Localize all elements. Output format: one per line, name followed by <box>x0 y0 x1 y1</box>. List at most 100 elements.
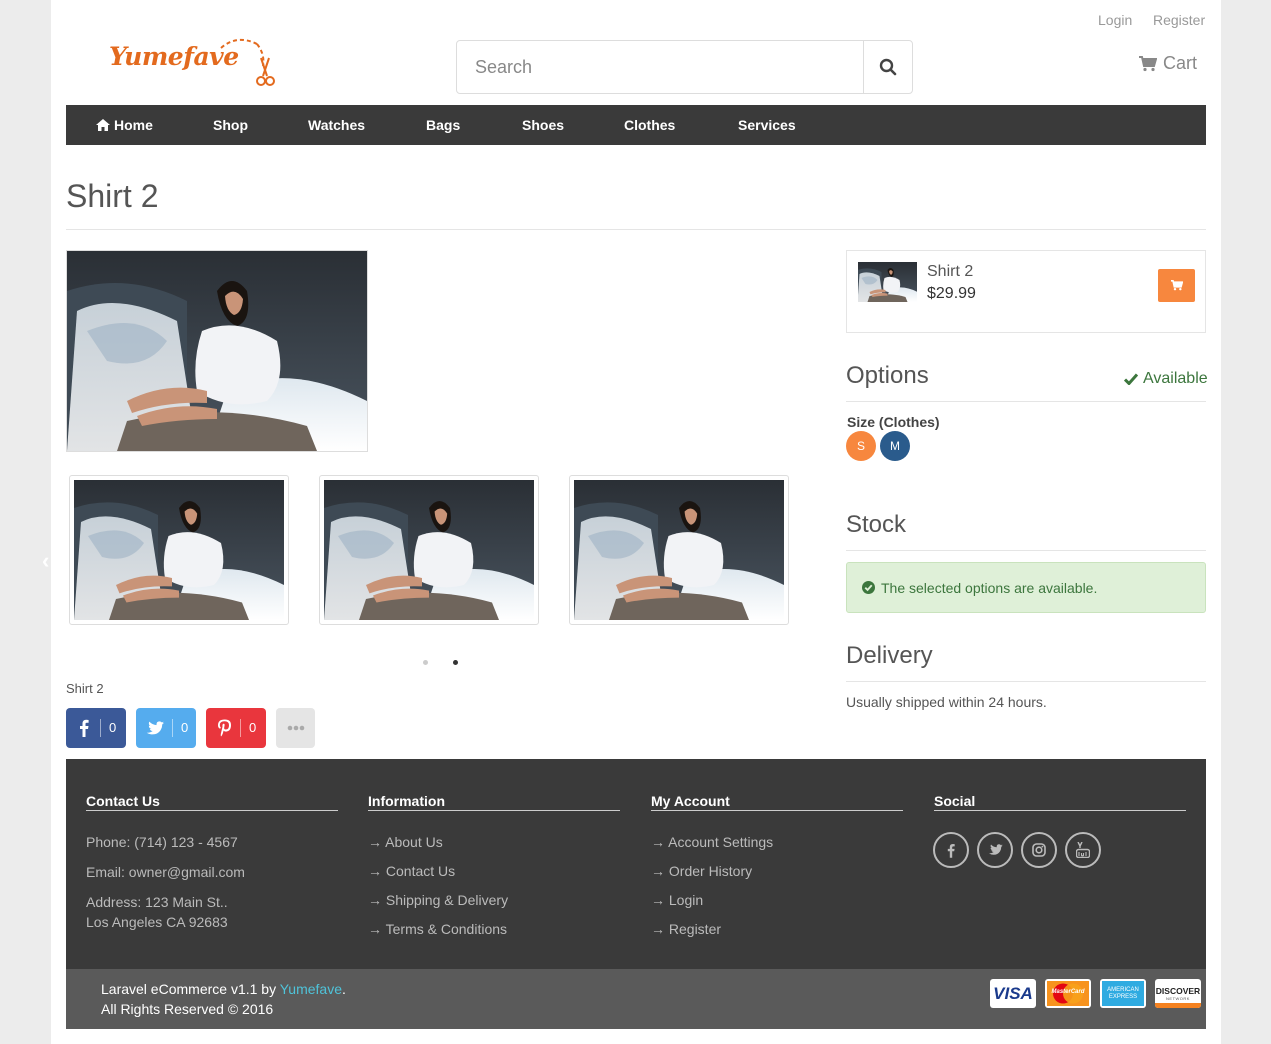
instagram-icon <box>1032 843 1046 857</box>
copyright-suffix: . <box>341 981 346 997</box>
discover-card-stripe <box>1155 1003 1201 1008</box>
carousel-dot[interactable] <box>423 660 428 665</box>
main-nav: Home Shop Watches Bags Shoes Clothes Ser… <box>66 105 1206 145</box>
nav-home-label: Home <box>114 117 153 133</box>
nav-bags[interactable]: Bags <box>426 105 460 145</box>
product-caption: Shirt 2 <box>66 681 104 696</box>
page-title: Shirt 2 <box>66 178 159 214</box>
main-product-image[interactable] <box>66 250 368 452</box>
twitter-share-button[interactable]: 0 <box>136 708 196 748</box>
footer-link-shipping[interactable]: → Shipping & Delivery <box>368 892 508 908</box>
mastercard-card-label: MasterCard <box>1051 989 1085 995</box>
check-icon <box>1124 373 1138 385</box>
mastercard-card-icon: MasterCard <box>1045 979 1091 1008</box>
rights-reserved: All Rights Reserved © 2016 <box>101 1001 274 1017</box>
thumb-image <box>574 480 784 620</box>
footer-social-heading: Social <box>934 793 976 809</box>
size-option-s[interactable]: S <box>846 431 876 461</box>
footer: Contact Us Phone: (714) 123 - 4567 Email… <box>66 759 1206 969</box>
delivery-heading: Delivery <box>846 642 933 669</box>
footer-address-line1: Address: 123 Main St.. <box>86 894 228 910</box>
footer-link-label: Shipping & Delivery <box>385 892 509 908</box>
arrow-right-icon: → <box>368 921 386 937</box>
pinterest-share-count: 0 <box>240 719 256 737</box>
nav-clothes[interactable]: Clothes <box>624 105 675 145</box>
availability-status: Available <box>1124 370 1208 388</box>
cart-icon <box>1170 280 1183 291</box>
nav-shoes[interactable]: Shoes <box>522 105 564 145</box>
cart-box-price: $29.99 <box>927 285 976 302</box>
copyright-brand-link[interactable]: Yumefave <box>280 981 342 997</box>
search-input[interactable] <box>457 41 863 93</box>
cart-box-product-name: Shirt 2 <box>927 263 974 280</box>
footer-link-label: Account Settings <box>668 834 774 850</box>
register-link[interactable]: Register <box>1153 12 1205 28</box>
social-twitter-button[interactable] <box>977 832 1013 868</box>
stock-alert: The selected options are available. <box>846 562 1206 613</box>
footer-link-contact[interactable]: → Contact Us <box>368 863 455 879</box>
twitter-share-count: 0 <box>172 719 188 737</box>
footer-link-register[interactable]: → Register <box>651 921 721 937</box>
availability-label: Available <box>1143 370 1208 387</box>
options-heading: Options <box>846 362 929 389</box>
size-label: Size (Clothes) <box>847 414 940 430</box>
discover-card-icon: DISCOVER NETWORK <box>1155 979 1201 1008</box>
social-youtube-button[interactable] <box>1065 832 1101 868</box>
social-facebook-button[interactable] <box>933 832 969 868</box>
pinterest-share-button[interactable]: 0 <box>206 708 266 748</box>
nav-shop[interactable]: Shop <box>213 105 248 145</box>
footer-address-line2: Los Angeles CA 92683 <box>86 914 228 930</box>
footer-link-label: Contact Us <box>385 863 456 879</box>
search-button[interactable] <box>863 41 912 93</box>
cart-box-thumbnail <box>858 262 917 302</box>
facebook-share-count: 0 <box>100 719 116 737</box>
footer-link-label: Order History <box>668 863 753 879</box>
carousel-thumb[interactable] <box>319 475 539 625</box>
amex-card-label-2: EXPRESS <box>1108 993 1138 1000</box>
carousel-thumb[interactable] <box>69 475 289 625</box>
nav-services[interactable]: Services <box>738 105 796 145</box>
social-instagram-button[interactable] <box>1021 832 1057 868</box>
add-to-cart-button[interactable] <box>1158 269 1195 302</box>
stock-divider <box>846 550 1206 551</box>
footer-link-label: Login <box>668 892 704 908</box>
footer-link-order-history[interactable]: → Order History <box>651 863 752 879</box>
thumb-image <box>324 480 534 620</box>
facebook-share-button[interactable]: 0 <box>66 708 126 748</box>
footer-account-heading: My Account <box>651 793 730 809</box>
size-option-m[interactable]: M <box>880 431 910 461</box>
more-share-button[interactable] <box>276 708 315 748</box>
more-icon <box>287 725 304 731</box>
carousel-prev-icon[interactable]: ‹ <box>42 548 49 574</box>
footer-link-login[interactable]: → Login <box>651 892 703 908</box>
footer-link-about[interactable]: → About Us <box>368 834 443 850</box>
arrow-right-icon: → <box>651 892 669 908</box>
amex-card-label-1: AMERICAN <box>1107 986 1139 993</box>
footer-email: Email: owner@gmail.com <box>86 864 245 880</box>
nav-watches[interactable]: Watches <box>308 105 365 145</box>
footer-link-terms[interactable]: → Terms & Conditions <box>368 921 507 937</box>
thumb-image <box>74 480 284 620</box>
discover-card-sublabel: NETWORK <box>1166 996 1190 1001</box>
footer-divider <box>934 810 1186 811</box>
carousel-thumb[interactable] <box>569 475 789 625</box>
footer-divider <box>368 810 620 811</box>
stock-message: The selected options are available. <box>881 579 1098 596</box>
footer-link-account-settings[interactable]: → Account Settings <box>651 834 773 850</box>
facebook-icon <box>947 843 955 858</box>
footer-contact-heading: Contact Us <box>86 793 160 809</box>
footer-link-label: Terms & Conditions <box>385 921 508 937</box>
cart-link[interactable]: Cart <box>1139 53 1197 74</box>
logo[interactable]: Yumefave <box>109 36 279 90</box>
nav-home[interactable]: Home <box>96 105 153 145</box>
visa-card-label: VISA <box>993 983 1033 1003</box>
carousel-dot-active[interactable] <box>453 660 458 665</box>
footer-link-label: About Us <box>385 834 443 850</box>
amex-card-icon: AMERICAN EXPRESS <box>1100 979 1146 1008</box>
arrow-right-icon: → <box>368 863 386 879</box>
footer-phone: Phone: (714) 123 - 4567 <box>86 834 238 850</box>
arrow-right-icon: → <box>651 863 669 879</box>
footer-link-label: Register <box>668 921 722 937</box>
facebook-icon <box>80 719 89 737</box>
login-link[interactable]: Login <box>1098 12 1132 28</box>
